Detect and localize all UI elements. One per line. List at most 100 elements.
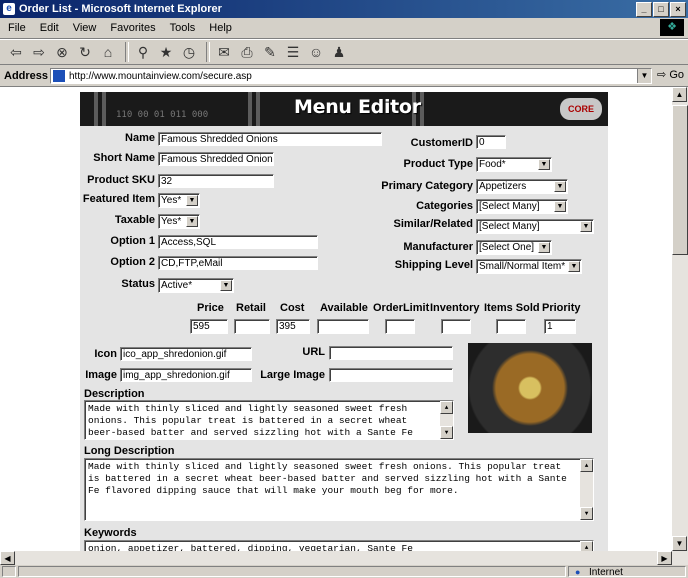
favorites-icon[interactable]: ★ <box>156 42 176 62</box>
scroll-up-icon[interactable]: ▲ <box>672 87 687 102</box>
available-field[interactable] <box>317 319 369 334</box>
short-name-field[interactable]: Famous Shredded Onion <box>158 152 274 166</box>
description-textarea[interactable]: Made with thinly sliced and lightly seas… <box>84 400 454 440</box>
scroll-up-icon[interactable]: ▲ <box>440 401 453 414</box>
product-type-select[interactable]: Food* ▼ <box>476 157 552 172</box>
menu-edit[interactable]: Edit <box>40 22 59 34</box>
chevron-down-icon: ▼ <box>568 261 580 272</box>
large-image-field[interactable] <box>329 368 453 382</box>
stop-icon[interactable]: ⊗ <box>52 42 72 62</box>
keywords-text: onion, appetizer, battered, dipping, veg… <box>88 543 413 551</box>
status-label: Status <box>121 278 155 290</box>
brand-logo: CORE WEB <box>560 98 602 120</box>
zone-indicator: ● Internet <box>568 566 686 578</box>
menu-tools[interactable]: Tools <box>170 22 196 34</box>
product-type-label: Product Type <box>403 158 473 170</box>
manufacturer-select[interactable]: [Select One] ▼ <box>476 240 552 255</box>
maximize-button[interactable]: □ <box>653 2 669 17</box>
mail-icon[interactable]: ✉ <box>214 42 234 62</box>
manufacturer-label: Manufacturer <box>403 241 473 253</box>
windows-logo-icon: ❖ <box>660 19 684 36</box>
image-field[interactable]: img_app_shredonion.gif <box>120 368 252 382</box>
horizontal-scrollbar[interactable]: ◀ ▶ <box>0 551 688 565</box>
discuss-icon[interactable]: ☰ <box>283 42 303 62</box>
menu-file[interactable]: File <box>8 22 26 34</box>
home-icon[interactable]: ⌂ <box>98 42 118 62</box>
edit-icon[interactable]: ✎ <box>260 42 280 62</box>
status-select[interactable]: Active* ▼ <box>158 278 234 293</box>
description-label: Description <box>84 388 145 400</box>
name-label: Name <box>125 132 155 144</box>
name-field[interactable]: Famous Shredded Onions <box>158 132 382 146</box>
print-icon[interactable]: ⎙ <box>237 42 257 62</box>
toolbar: ⇦ ⇨ ⊗ ↻ ⌂ ⚲ ★ ◷ ✉ ⎙ ✎ ☰ ☺ ♟ <box>0 39 688 65</box>
address-dropdown-icon[interactable]: ▼ <box>637 69 651 83</box>
customer-id-field[interactable]: 0 <box>476 135 506 149</box>
similar-related-select[interactable]: [Select Many] ▼ <box>476 219 594 234</box>
page-icon <box>53 70 65 82</box>
url-field[interactable] <box>329 346 453 360</box>
product-type-value: Food* <box>479 159 506 170</box>
scroll-up-icon[interactable]: ▲ <box>580 541 593 551</box>
long-description-textarea[interactable]: Made with thinly sliced and lightly seas… <box>84 458 594 521</box>
scroll-down-icon[interactable]: ▼ <box>440 426 453 439</box>
scroll-down-icon[interactable]: ▼ <box>672 536 687 551</box>
icon-field[interactable]: ico_app_shredonion.gif <box>120 347 252 361</box>
forward-icon[interactable]: ⇨ <box>29 42 49 62</box>
inventory-field[interactable] <box>441 319 471 334</box>
menu-editor-form: 110 00 01 011 000 Menu Editor CORE WEB N… <box>80 92 608 551</box>
featured-item-select[interactable]: Yes* ▼ <box>158 193 200 208</box>
menu-help[interactable]: Help <box>209 22 232 34</box>
long-description-label: Long Description <box>84 445 175 457</box>
chevron-down-icon: ▼ <box>220 280 232 291</box>
users-icon[interactable]: ♟ <box>329 42 349 62</box>
status-value: Active* <box>161 280 193 291</box>
menu-bar: File Edit View Favorites Tools Help ❖ <box>0 18 688 39</box>
primary-category-select[interactable]: Appetizers ▼ <box>476 179 568 194</box>
search-icon[interactable]: ⚲ <box>133 42 153 62</box>
back-icon[interactable]: ⇦ <box>6 42 26 62</box>
priority-header: Priority <box>542 302 581 314</box>
go-button[interactable]: ⇨ Go <box>657 68 684 81</box>
chevron-down-icon: ▼ <box>580 221 592 232</box>
price-field[interactable]: 595 <box>190 319 228 334</box>
similar-related-label: Similar/Related <box>393 218 473 230</box>
menu-favorites[interactable]: Favorites <box>110 22 155 34</box>
editor-banner: 110 00 01 011 000 Menu Editor CORE WEB <box>80 92 608 126</box>
keywords-scrollbar[interactable]: ▲ <box>580 541 593 551</box>
address-label: Address <box>4 70 49 82</box>
description-scrollbar[interactable]: ▲ ▼ <box>440 401 453 439</box>
taxable-value: Yes* <box>161 216 182 227</box>
close-button[interactable]: × <box>670 2 686 17</box>
product-sku-field[interactable]: 32 <box>158 174 274 188</box>
scroll-down-icon[interactable]: ▼ <box>580 507 593 520</box>
cost-field[interactable]: 395 <box>276 319 310 334</box>
window-title-bar: e Order List - Microsoft Internet Explor… <box>0 0 688 18</box>
chevron-down-icon: ▼ <box>186 216 198 227</box>
taxable-select[interactable]: Yes* ▼ <box>158 214 200 229</box>
categories-select[interactable]: [Select Many] ▼ <box>476 199 568 214</box>
scrollbar-thumb[interactable] <box>672 105 688 255</box>
option1-field[interactable]: Access,SQL <box>158 235 318 249</box>
retail-field[interactable] <box>234 319 270 334</box>
chevron-down-icon: ▼ <box>554 201 566 212</box>
menu-view[interactable]: View <box>73 22 97 34</box>
primary-category-label: Primary Category <box>381 180 473 192</box>
minimize-button[interactable]: _ <box>636 2 652 17</box>
scroll-left-icon[interactable]: ◀ <box>0 551 15 565</box>
option2-field[interactable]: CD,FTP,eMail <box>158 256 318 270</box>
address-input[interactable]: http://www.mountainview.com/secure.asp ▼ <box>50 68 652 84</box>
order-limit-field[interactable] <box>385 319 415 334</box>
history-icon[interactable]: ◷ <box>179 42 199 62</box>
banner-digits: 110 00 01 011 000 <box>116 110 209 120</box>
messenger-icon[interactable]: ☺ <box>306 42 326 62</box>
scroll-up-icon[interactable]: ▲ <box>580 459 593 472</box>
scroll-right-icon[interactable]: ▶ <box>657 551 672 565</box>
priority-field[interactable]: 1 <box>544 319 576 334</box>
keywords-textarea[interactable]: onion, appetizer, battered, dipping, veg… <box>84 540 594 551</box>
refresh-icon[interactable]: ↻ <box>75 42 95 62</box>
long-description-scrollbar[interactable]: ▲ ▼ <box>580 459 593 520</box>
items-sold-field[interactable] <box>496 319 526 334</box>
vertical-scrollbar[interactable]: ▲ ▼ <box>672 87 688 551</box>
shipping-level-select[interactable]: Small/Normal Item* ▼ <box>476 259 582 274</box>
